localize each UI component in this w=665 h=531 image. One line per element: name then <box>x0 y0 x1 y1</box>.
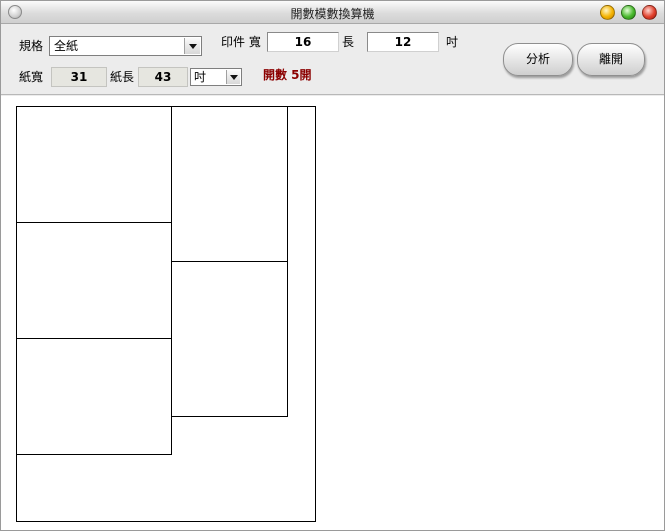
window-title: 開數模數換算機 <box>290 7 375 21</box>
print-piece-1 <box>16 106 172 223</box>
settings-panel: 規格 全紙 印件 寬 16 長 12 吋 紙寬 31 紙長 43 吋 開數 5開… <box>1 25 664 95</box>
minimize-button[interactable] <box>600 5 615 20</box>
chevron-down-icon[interactable] <box>226 70 240 84</box>
print-piece-3 <box>16 338 172 455</box>
print-unit-label: 吋 <box>446 35 459 49</box>
print-length-label: 長 <box>342 35 355 49</box>
spec-select-value: 全紙 <box>54 39 79 53</box>
spec-label: 規格 <box>19 39 44 53</box>
print-width-input[interactable]: 16 <box>267 32 339 52</box>
close-button[interactable] <box>642 5 657 20</box>
app-window: 開數模數換算機 規格 全紙 印件 寬 16 長 12 吋 紙寬 31 紙長 43… <box>0 0 665 531</box>
leave-button[interactable]: 離開 <box>577 43 645 76</box>
sheet-count: 開數 5開 <box>263 68 312 82</box>
paper-unit-value: 吋 <box>194 70 207 84</box>
layout-canvas <box>1 96 664 530</box>
print-piece-4 <box>171 106 288 262</box>
paper-width-label: 紙寬 <box>19 70 44 84</box>
spec-select[interactable]: 全紙 <box>49 36 202 56</box>
title-bar[interactable]: 開數模數換算機 <box>1 1 664 24</box>
chevron-down-icon[interactable] <box>184 38 200 54</box>
print-width-label: 印件 寬 <box>221 35 261 49</box>
maximize-button[interactable] <box>621 5 636 20</box>
paper-unit-select[interactable]: 吋 <box>190 68 242 86</box>
print-length-input[interactable]: 12 <box>367 32 439 52</box>
print-piece-2 <box>16 222 172 339</box>
paper-length-label: 紙長 <box>110 70 135 84</box>
analyze-button[interactable]: 分析 <box>503 43 573 76</box>
paper-width-field: 31 <box>51 67 107 87</box>
paper-length-field: 43 <box>138 67 188 87</box>
print-piece-5 <box>171 261 288 417</box>
